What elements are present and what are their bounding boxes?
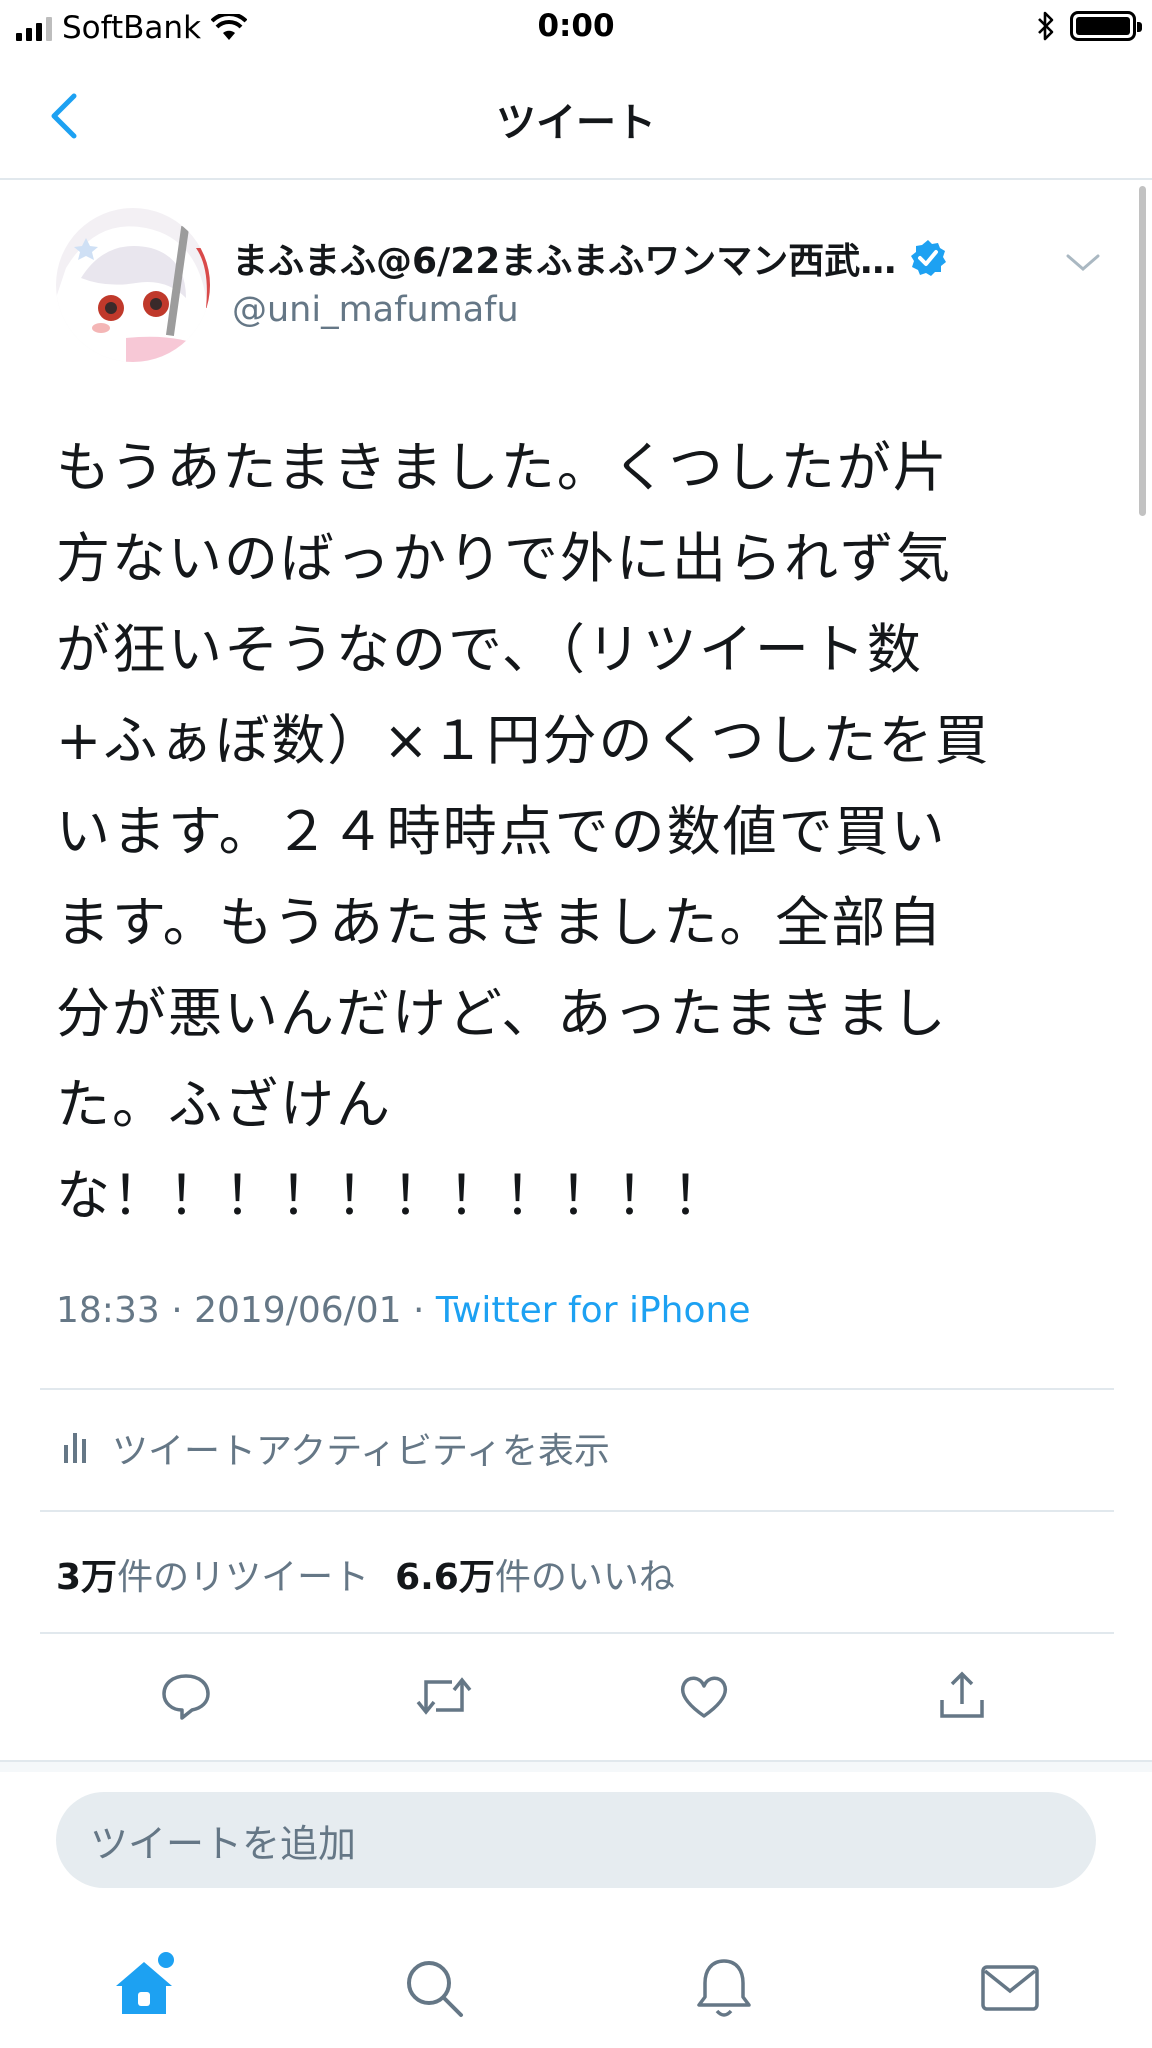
tab-search[interactable] <box>394 1948 474 2028</box>
retweet-icon <box>416 1677 472 1715</box>
activity-bars-icon <box>64 1433 86 1463</box>
reply-input[interactable]: ツイートを追加 <box>56 1792 1096 1888</box>
retweet-button[interactable] <box>406 1658 482 1734</box>
share-button[interactable] <box>924 1658 1000 1734</box>
bluetooth-icon <box>1038 11 1054 41</box>
tab-bar <box>0 1926 1152 2048</box>
like-count: 6.6万 <box>395 1557 495 1598</box>
scroll-indicator[interactable] <box>1139 186 1146 516</box>
avatar-illustration <box>56 208 210 362</box>
author-name[interactable]: まふまふ@6/22まふまふワンマン西武… <box>232 232 896 284</box>
tweet-text: もうあたまきました。くつしたが片 方ないのばっかりで外に出られず気 が狂いそうな… <box>56 436 991 1227</box>
status-time: 0:00 <box>537 8 615 44</box>
divider <box>40 1388 1114 1390</box>
reply-button[interactable] <box>148 1658 224 1734</box>
page-title: ツイート <box>496 100 656 146</box>
divider <box>40 1632 1114 1634</box>
status-bar: SoftBank 0:00 <box>0 0 1152 56</box>
section-separator <box>0 1760 1152 1772</box>
activity-label: ツイートアクティビティを表示 <box>112 1431 610 1472</box>
verified-badge-icon <box>911 240 947 276</box>
status-right <box>1036 10 1142 42</box>
like-button[interactable] <box>666 1658 742 1734</box>
tweet-source[interactable]: Twitter for iPhone <box>436 1290 751 1331</box>
author-handle[interactable]: @uni_mafumafu <box>232 290 519 330</box>
notifications-icon <box>697 1959 751 2017</box>
like-count-label: 件のいいね <box>494 1557 675 1598</box>
divider <box>40 1510 1114 1512</box>
share-icon <box>940 1671 984 1718</box>
tab-notifications[interactable] <box>684 1948 764 2028</box>
tab-home[interactable] <box>104 1948 184 2028</box>
messages-icon <box>981 1965 1039 2011</box>
tweet-actions <box>0 1658 1152 1734</box>
reply-icon <box>162 1674 210 1720</box>
tweet-meta: 18:33 · 2019/06/01 · Twitter for iPhone <box>56 1290 750 1331</box>
retweet-count-label: 件のリツイート <box>117 1557 370 1598</box>
tab-messages[interactable] <box>970 1948 1050 2028</box>
reply-placeholder: ツイートを追加 <box>90 1821 357 1866</box>
search-icon <box>407 1961 463 2017</box>
tweet-timestamp: 18:33 · 2019/06/01 · <box>56 1290 436 1331</box>
chevron-down-icon[interactable] <box>1064 250 1102 274</box>
author-row[interactable]: まふまふ@6/22まふまふワンマン西武… <box>232 232 948 284</box>
like-icon <box>680 1676 728 1718</box>
navigation-bar: ツイート <box>0 56 1152 180</box>
like-count-link[interactable]: 6.6万件のいいね <box>395 1548 675 1600</box>
retweet-count: 3万 <box>56 1557 118 1598</box>
avatar[interactable] <box>56 208 210 362</box>
retweet-count-link[interactable]: 3万件のリツイート <box>56 1548 369 1600</box>
tweet-activity-link[interactable]: ツイートアクティビティを表示 <box>64 1422 610 1474</box>
battery-icon <box>1070 11 1142 41</box>
home-icon <box>116 1952 174 2014</box>
engagement-counts: 3万件のリツイート 6.6万件のいいね <box>56 1548 675 1600</box>
